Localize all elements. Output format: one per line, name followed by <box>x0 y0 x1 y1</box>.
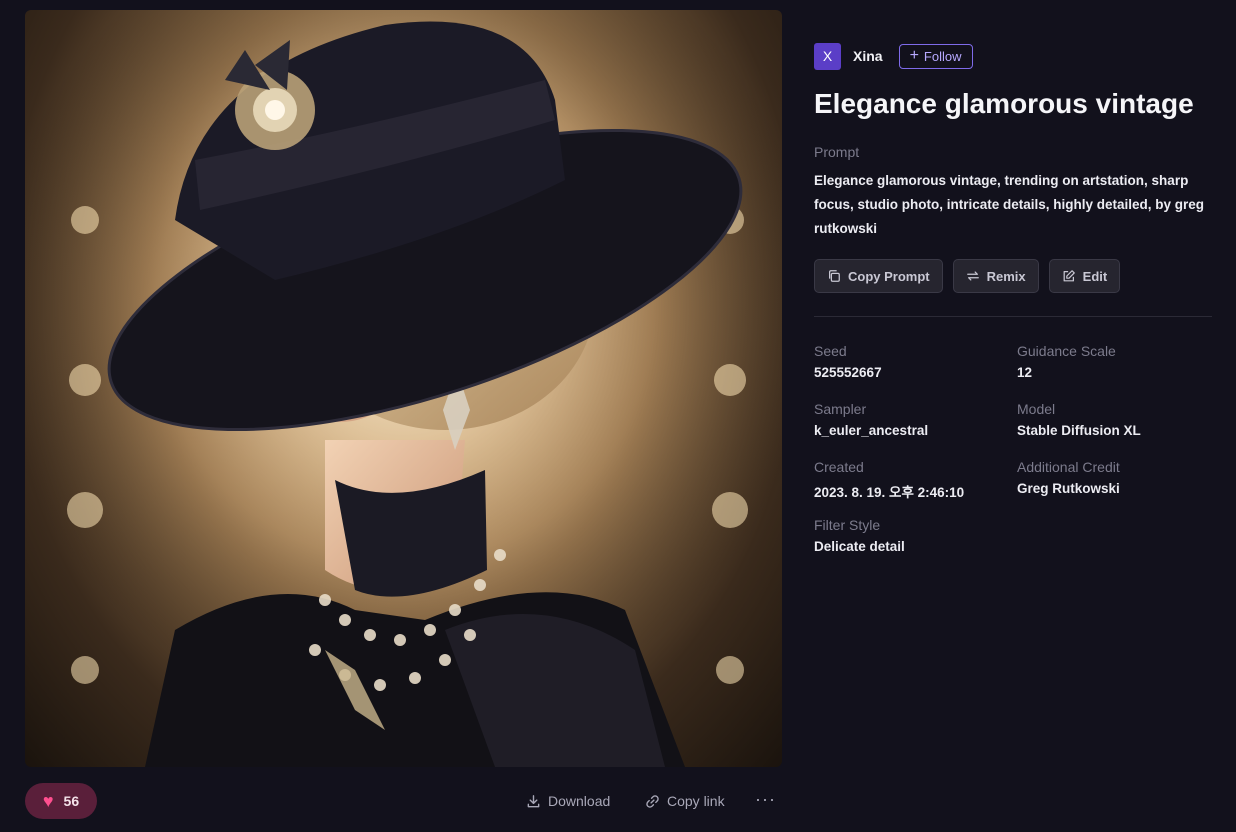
filter-style-field: Filter Style Delicate detail <box>814 517 905 554</box>
remix-icon <box>966 271 979 281</box>
created-value: 2023. 8. 19. 오후 2:46:10 <box>814 485 965 500</box>
ellipsis-icon: ··· <box>755 788 776 809</box>
download-button[interactable]: Download <box>526 791 610 811</box>
edit-label: Edit <box>1082 268 1108 284</box>
credit-label: Additional Credit <box>1017 459 1120 475</box>
guidance-field: Guidance Scale 12 <box>1017 343 1116 380</box>
author-name[interactable]: Xina <box>853 48 883 64</box>
guidance-label: Guidance Scale <box>1017 343 1116 359</box>
prompt-actions: Copy Prompt Remix Edit <box>814 259 1121 293</box>
created-field: Created 2023. 8. 19. 오후 2:46:10 <box>814 459 964 501</box>
copy-link-label: Copy link <box>667 793 725 809</box>
link-icon <box>646 794 659 808</box>
copy-prompt-label: Copy Prompt <box>848 268 930 284</box>
copy-icon <box>829 270 840 282</box>
plus-icon: + <box>909 47 919 64</box>
credit-value: Greg Rutkowski <box>1017 481 1120 496</box>
guidance-value: 12 <box>1017 365 1033 380</box>
copy-link-button[interactable]: Copy link <box>645 791 725 811</box>
filter-style-value: Delicate detail <box>814 539 905 554</box>
avatar[interactable]: X <box>814 42 841 70</box>
more-options-button[interactable]: ··· <box>755 789 776 809</box>
seed-label: Seed <box>814 343 847 359</box>
created-label: Created <box>814 459 864 475</box>
seed-value: 525552667 <box>814 365 882 380</box>
sampler-label: Sampler <box>814 401 867 417</box>
follow-label: Follow <box>923 48 962 64</box>
download-icon <box>527 794 540 807</box>
download-label: Download <box>548 793 611 809</box>
divider <box>814 316 1212 317</box>
prompt-text: Elegance glamorous vintage, trending on … <box>814 173 1205 236</box>
like-count: 56 <box>63 793 80 809</box>
edit-button[interactable]: Edit <box>1048 259 1121 293</box>
page-title: Elegance glamorous vintage <box>814 88 1194 119</box>
prompt-label: Prompt <box>814 144 860 160</box>
follow-button[interactable]: + Follow <box>898 43 973 69</box>
model-label: Model <box>1017 401 1056 417</box>
edit-icon <box>1063 270 1075 282</box>
portrait-illustration <box>25 10 782 767</box>
heart-icon: ♥ <box>42 791 54 811</box>
like-button[interactable]: ♥ 56 <box>25 783 97 819</box>
seed-field: Seed 525552667 <box>814 343 882 380</box>
model-value: Stable Diffusion XL <box>1017 423 1141 438</box>
filter-style-label: Filter Style <box>814 517 881 533</box>
credit-field: Additional Credit Greg Rutkowski <box>1017 459 1120 496</box>
model-field: Model Stable Diffusion XL <box>1017 401 1141 438</box>
sampler-field: Sampler k_euler_ancestral <box>814 401 928 438</box>
remix-label: Remix <box>986 268 1026 284</box>
sampler-value: k_euler_ancestral <box>814 423 929 438</box>
copy-prompt-button[interactable]: Copy Prompt <box>814 259 943 293</box>
remix-button[interactable]: Remix <box>952 259 1039 293</box>
generated-image[interactable] <box>25 10 782 767</box>
author-row: X Xina + Follow <box>814 42 973 70</box>
